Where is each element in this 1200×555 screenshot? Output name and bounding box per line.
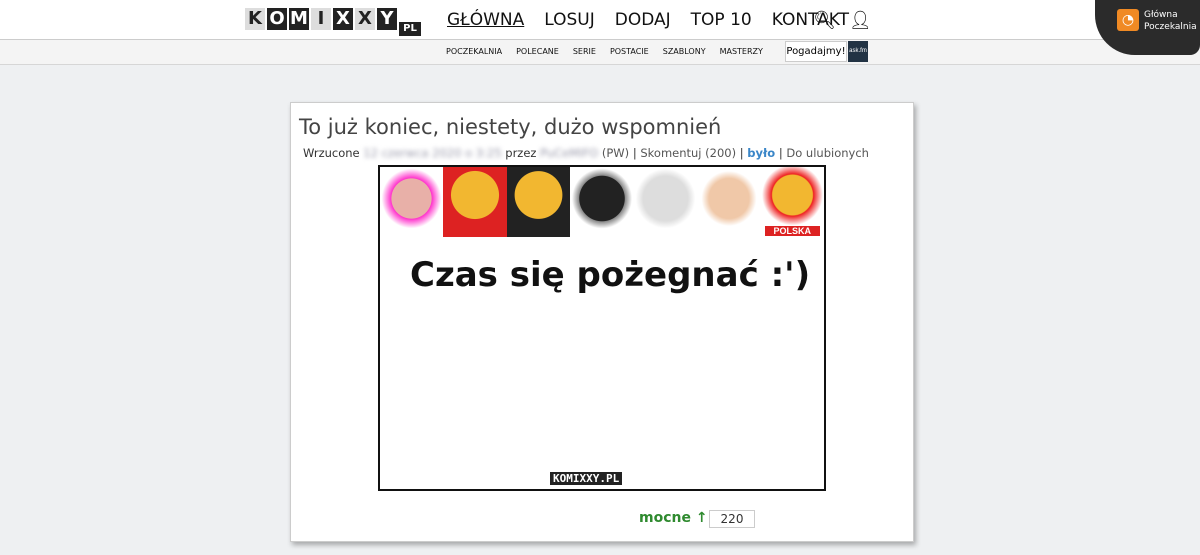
comic-image: POLSKA Czas się pożegnać :') KOMIXXY.PL	[378, 165, 826, 491]
watermark: KOMIXXY.PL	[550, 472, 623, 485]
author-link[interactable]: PuCeMIFO	[540, 146, 598, 160]
subnav-szablony[interactable]: Szablony	[663, 47, 706, 56]
pogadajmy-button[interactable]: Pogadajmy!	[785, 41, 847, 62]
top-bar: K O M I X X Y PL GŁÓWNA LOSUJ DODAJ TOP …	[0, 0, 1200, 40]
nav-kontakt[interactable]: KONTAKT	[772, 10, 849, 30]
face-wolf	[633, 167, 698, 237]
sub-nav: Poczekalnia Polecane Serie Postacie Szab…	[446, 47, 763, 56]
logo-letter: M	[289, 8, 309, 30]
user-icon[interactable]: 👤︎	[849, 10, 872, 31]
logo-suffix: PL	[399, 22, 421, 36]
logo-letter: X	[333, 8, 353, 30]
post-date: 12 czerwca 2020 o 3:25	[363, 146, 502, 160]
post-card: To już koniec, niestety, dużo wspomnień …	[290, 102, 914, 542]
comic-caption: Czas się pożegnać :')	[410, 255, 811, 295]
face-pink	[380, 167, 444, 237]
subnav-masterzy[interactable]: Masterzy	[720, 47, 763, 56]
flag-label: POLSKA	[764, 226, 820, 236]
face-old	[697, 167, 761, 237]
main-nav: GŁÓWNA LOSUJ DODAJ TOP 10 KONTAKT	[447, 10, 849, 30]
bylo-link[interactable]: było	[747, 146, 775, 160]
logo-letter: Y	[377, 8, 397, 30]
corner-line2: Poczekalnia	[1144, 22, 1197, 32]
subnav-serie[interactable]: Serie	[573, 47, 596, 56]
face-polska: POLSKA	[760, 167, 824, 237]
face-yellow-dark	[506, 167, 571, 237]
logo-letter: K	[245, 8, 265, 30]
logo-letter: I	[311, 8, 331, 30]
vote-button[interactable]: mocne ↑	[639, 510, 708, 526]
face-batman	[570, 167, 634, 237]
nav-dodaj[interactable]: DODAJ	[615, 10, 671, 30]
subnav-postacie[interactable]: Postacie	[610, 47, 649, 56]
by-label: przez	[505, 146, 537, 160]
comment-link[interactable]: Skomentuj (200)	[640, 146, 736, 160]
logo-letter: X	[355, 8, 375, 30]
logo[interactable]: K O M I X X Y PL	[245, 8, 421, 36]
subnav-polecane[interactable]: Polecane	[516, 47, 559, 56]
logo-letter: O	[267, 8, 287, 30]
askfm-button[interactable]: ask.fm	[848, 41, 868, 62]
nav-top10[interactable]: TOP 10	[691, 10, 752, 30]
post-meta: Wrzucone 12 czerwca 2020 o 3:25 przez Pu…	[303, 146, 869, 160]
corner-line1: Główna	[1144, 10, 1178, 20]
rss-icon[interactable]: ◔	[1117, 9, 1139, 31]
nav-glowna[interactable]: GŁÓWNA	[447, 10, 524, 30]
face-yellow	[443, 167, 507, 237]
uploaded-label: Wrzucone	[303, 146, 360, 160]
sub-bar: Poczekalnia Polecane Serie Postacie Szab…	[0, 40, 1200, 65]
face-strip: POLSKA	[380, 167, 824, 237]
pw-link[interactable]: (PW)	[602, 146, 629, 160]
nav-losuj[interactable]: LOSUJ	[544, 10, 595, 30]
vote-count: 220	[709, 510, 755, 528]
search-icon[interactable]: 🔍︎	[813, 10, 836, 31]
favorite-link[interactable]: Do ulubionych	[786, 146, 869, 160]
post-title[interactable]: To już koniec, niestety, dużo wspomnień	[299, 115, 721, 139]
corner-link[interactable]: Główna Poczekalnia	[1144, 9, 1197, 33]
subnav-poczekalnia[interactable]: Poczekalnia	[446, 47, 502, 56]
